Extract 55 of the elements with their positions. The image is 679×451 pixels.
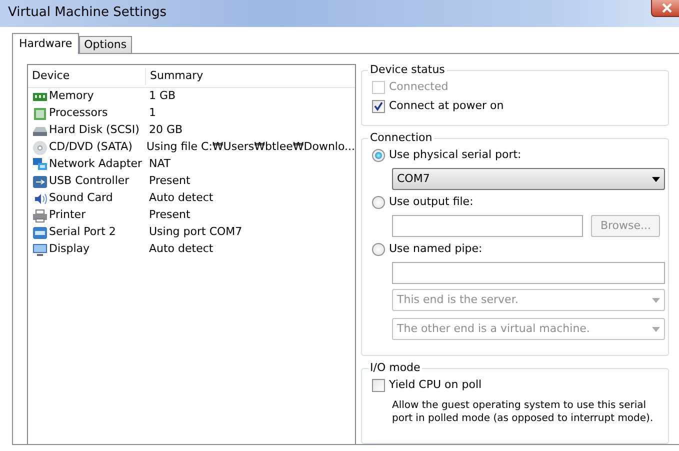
description-text: Allow the guest operating system to use this serial port in polled mode (as opposed to interrupt mode). (392, 399, 654, 426)
close-button[interactable] (651, 0, 679, 17)
device-name[interactable]: Printer (49, 207, 86, 224)
device-name[interactable]: Display (49, 241, 90, 258)
usb-icon (32, 174, 48, 190)
device-summary: Using port COM7 (148, 224, 242, 240)
radio-label: Use physical serial port: (389, 147, 522, 164)
group-title: Connection (369, 132, 434, 144)
device-summary: 20 GB (148, 122, 183, 138)
window-title: Virtual Machine Settings (8, 4, 166, 22)
tab[interactable]: Hardware (12, 33, 80, 54)
radio-label: Use output file: (389, 194, 474, 210)
pipe-name-field[interactable] (392, 262, 665, 284)
device-summary: Auto detect (148, 190, 214, 206)
file-path-field[interactable] (392, 215, 584, 238)
caret-icon (652, 326, 660, 332)
checkbox[interactable] (372, 379, 385, 392)
device-summary: Auto detect (148, 241, 214, 258)
device-name[interactable]: CD/DVD (SATA) (49, 139, 132, 156)
device-name[interactable]: Sound Card (49, 190, 113, 207)
device-name[interactable]: Network Adapter (49, 156, 142, 173)
processor-icon (32, 106, 48, 122)
tab[interactable]: Options (79, 36, 132, 53)
caret-icon (652, 298, 660, 303)
checkbox[interactable] (372, 100, 385, 113)
radio-button[interactable] (372, 149, 385, 162)
device-summary: 1 GB (148, 88, 176, 104)
disc-icon (32, 140, 48, 156)
group-title: I/O mode (369, 362, 422, 374)
column-header: Device (31, 68, 71, 84)
device-name[interactable]: Processors (49, 105, 108, 122)
device-summary: 1 (148, 105, 156, 122)
serial-port-icon (32, 224, 48, 240)
radio-label: Use named pipe: (389, 241, 482, 258)
checkbox-label: Yield CPU on poll (389, 377, 482, 394)
checkbox-label: Connect at power on (389, 98, 504, 114)
radio-button[interactable] (372, 196, 385, 210)
column-header: Summary (145, 68, 204, 85)
monitor-icon (32, 242, 48, 258)
close-icon (662, 3, 672, 13)
caret-icon (652, 176, 660, 182)
printer-icon (32, 208, 48, 224)
network-icon (32, 156, 48, 172)
device-name[interactable]: USB Controller (49, 173, 130, 190)
port-dropdown[interactable]: COM7 (392, 168, 665, 190)
device-summary: Present (148, 207, 190, 224)
group-title: Device status (369, 64, 446, 76)
device-summary: Present (148, 173, 190, 190)
device-summary: NAT (148, 156, 171, 172)
radio-button[interactable] (372, 243, 385, 256)
checkbox-label: Connected (389, 79, 448, 96)
device-name[interactable]: Hard Disk (SCSI) (49, 122, 140, 139)
device-name[interactable]: Serial Port 2 (49, 224, 116, 241)
device-name[interactable]: Memory (49, 88, 94, 105)
device-summary: Using file C:₩Users₩btlee₩Downlo... (146, 139, 355, 156)
